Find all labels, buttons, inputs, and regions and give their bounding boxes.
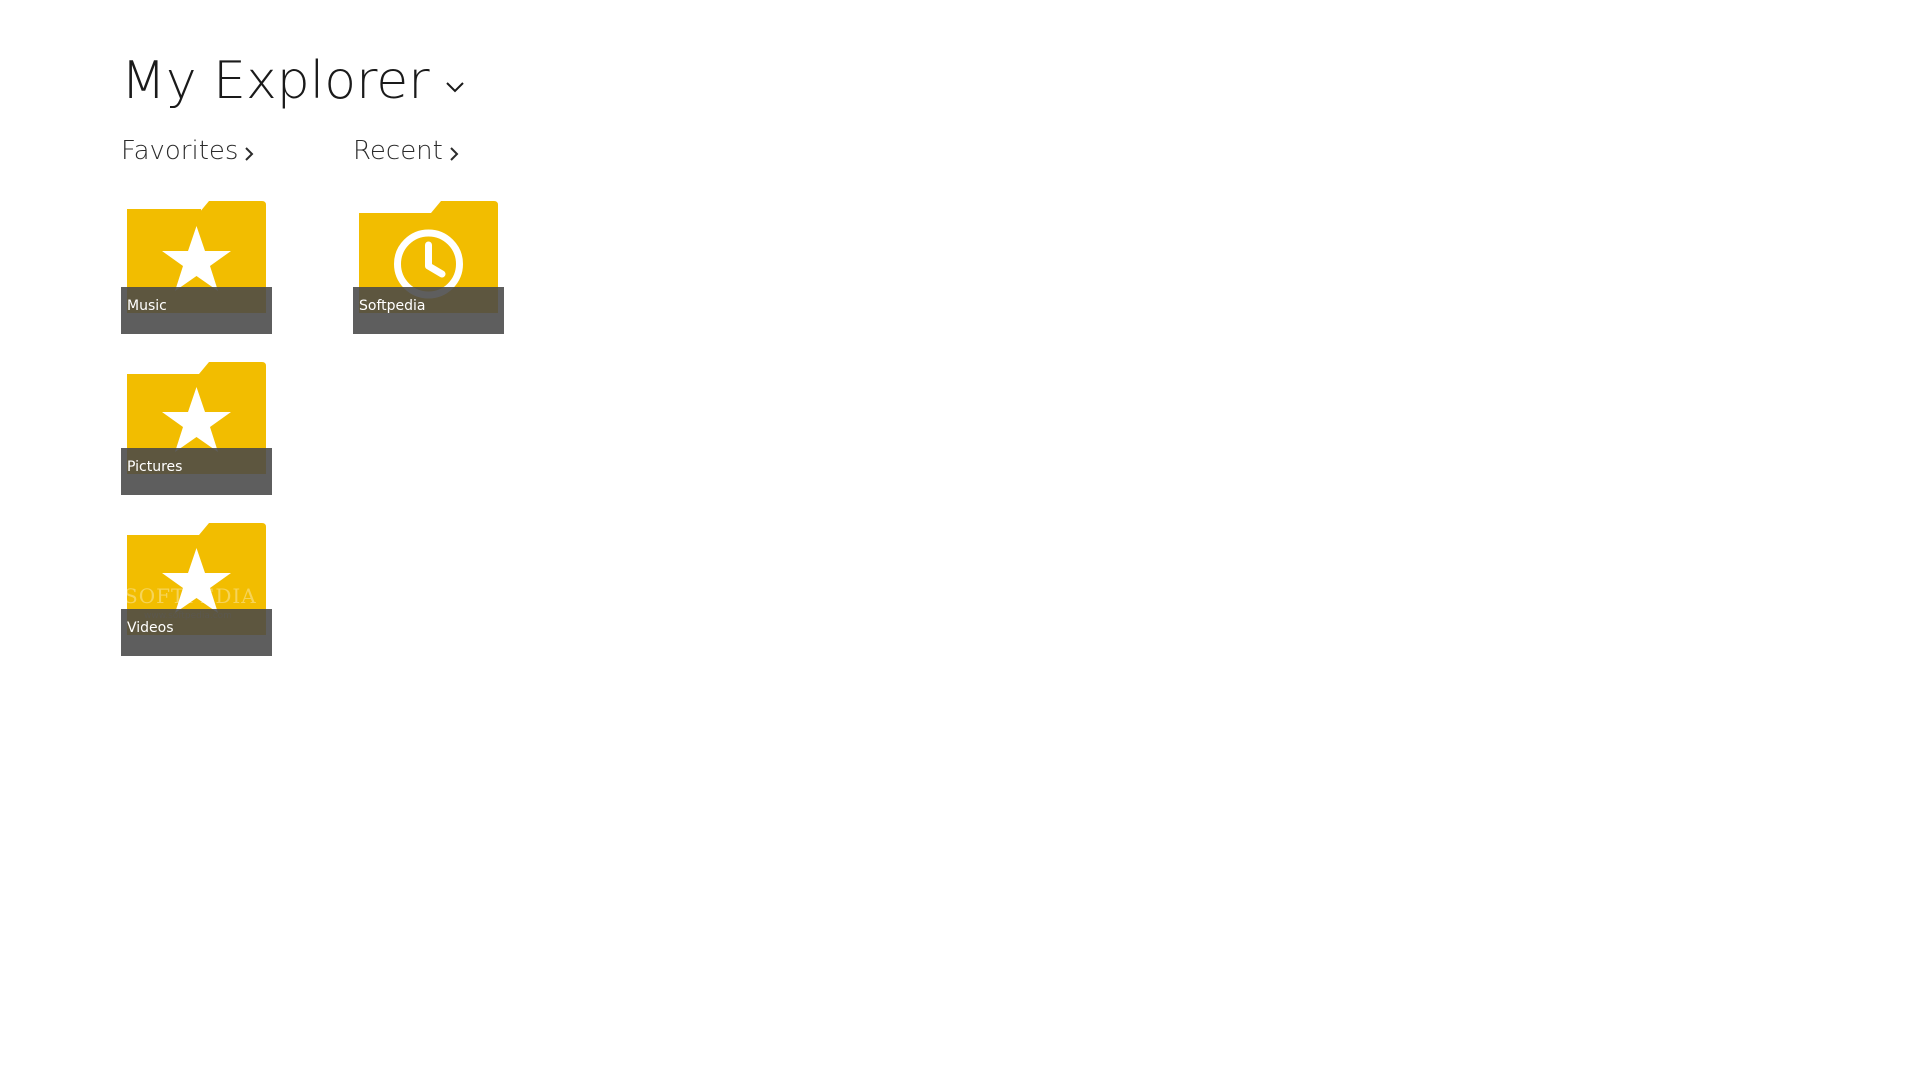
app-title: My Explorer [121,51,430,111]
favorites-group: Favorites Music Pictures Videos [121,133,272,684]
app-title-dropdown[interactable]: My Explorer [121,46,466,116]
recent-tiles: Softpedia [353,201,504,334]
favorites-group-label: Favorites [121,136,239,166]
tile-pictures[interactable]: Pictures [121,362,272,495]
chevron-right-icon [450,146,459,161]
tile-music[interactable]: Music [121,201,272,334]
recent-group-header[interactable]: Recent [353,133,504,169]
favorites-tiles: Music Pictures Videos [121,201,272,656]
tile-videos[interactable]: Videos [121,523,272,656]
recent-group-label: Recent [353,136,443,166]
tile-softpedia[interactable]: Softpedia [353,201,504,334]
tile-label: Music [127,298,167,314]
chevron-down-icon [445,82,464,93]
chevron-right-icon [245,146,254,161]
tile-label: Softpedia [359,298,426,314]
favorites-group-header[interactable]: Favorites [121,133,272,169]
tile-label: Videos [127,620,174,636]
app-window: My Explorer Favorites Music Pictures Vid… [0,0,1920,1080]
recent-group: Recent Softpedia [353,133,504,362]
tile-label: Pictures [127,459,183,475]
